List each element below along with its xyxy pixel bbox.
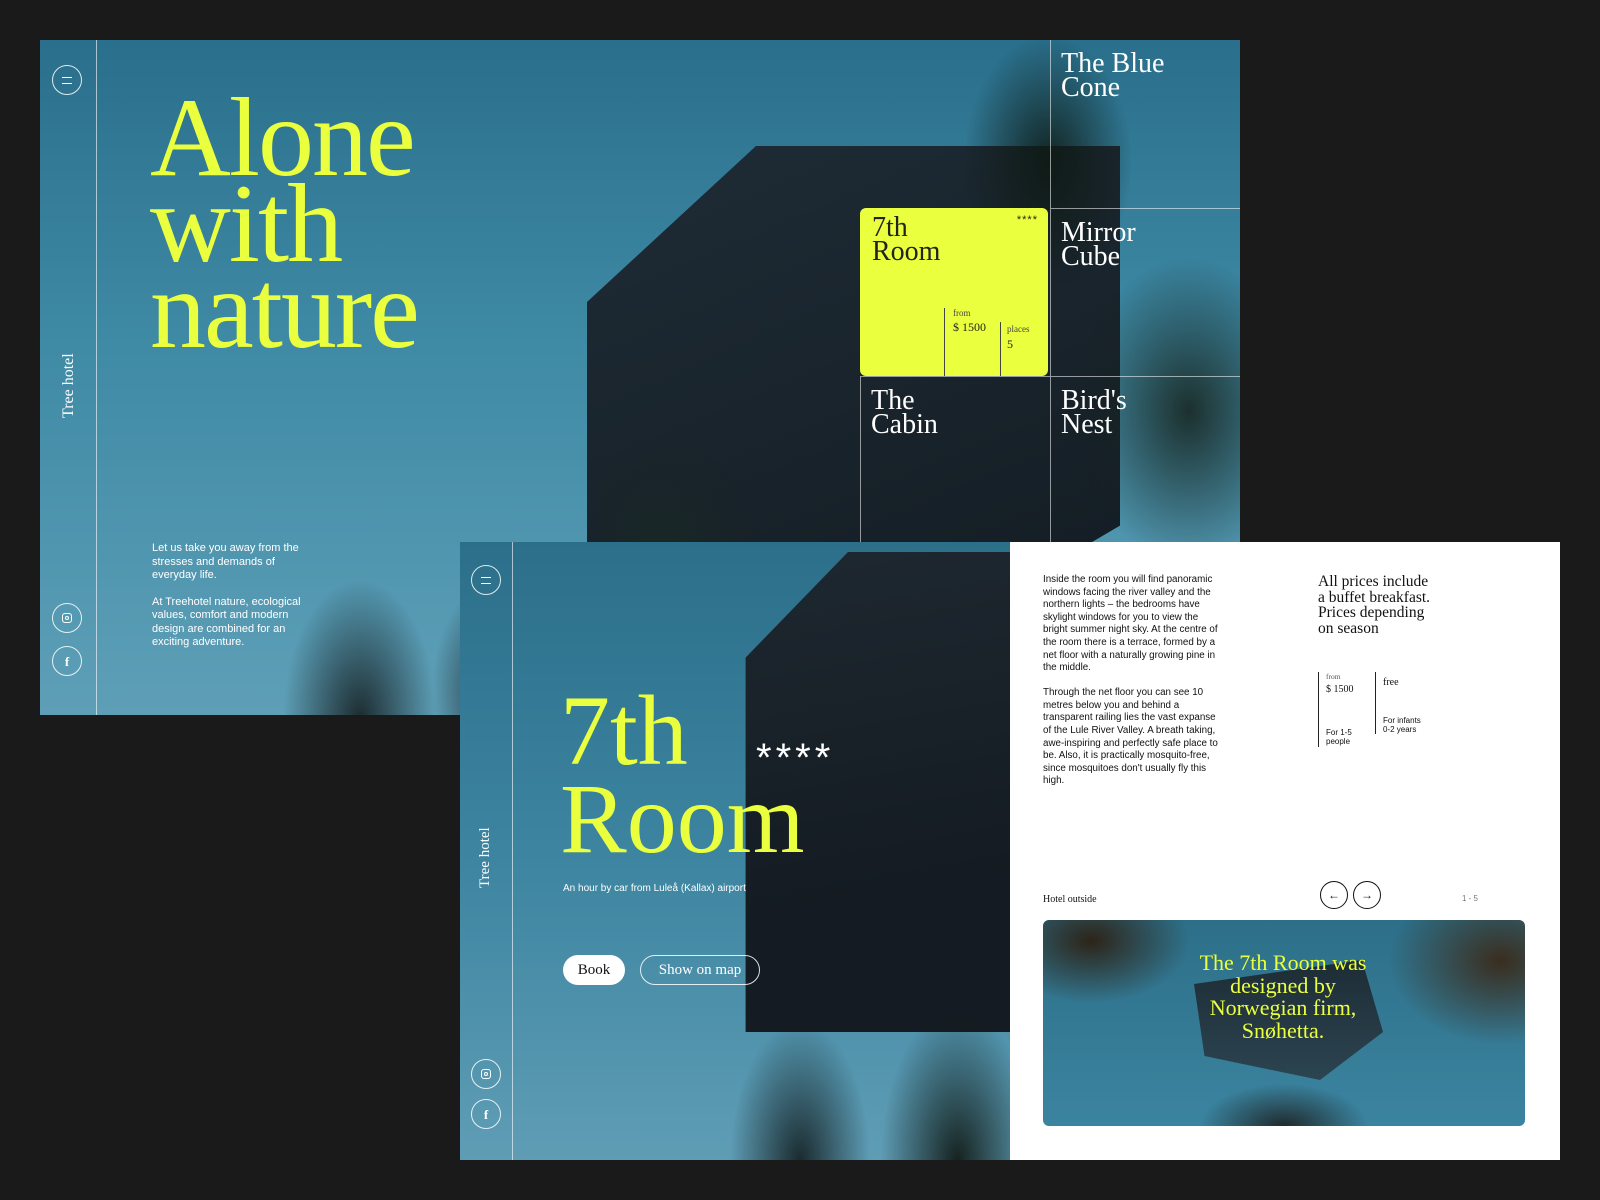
card-divider — [944, 308, 945, 376]
instagram-button[interactable] — [52, 603, 82, 633]
prev-button[interactable]: ← — [1320, 881, 1348, 909]
room-name: Mirror Cube — [1061, 217, 1136, 272]
brand-label: Tree hotel — [60, 353, 77, 418]
price-label: from — [1326, 672, 1341, 681]
instagram-icon — [481, 1069, 491, 1079]
show-on-map-button[interactable]: Show on map — [640, 955, 760, 985]
places-label: places — [1007, 324, 1030, 334]
price-value: $ 1500 — [1326, 684, 1354, 695]
room-name: The Blue Cone — [1061, 48, 1165, 103]
facebook-icon: f — [64, 653, 70, 669]
room-name: Bird's Nest — [1061, 385, 1127, 440]
menu-icon — [62, 76, 72, 84]
gallery-image[interactable]: The 7th Room was designed by Norwegian f… — [1043, 920, 1525, 1126]
arrow-left-icon: ← — [1328, 888, 1340, 902]
intro-paragraph: At Treehotel nature, ecological values, … — [152, 595, 301, 649]
intro-text: Let us take you away from the stresses a… — [152, 542, 322, 663]
arrow-right-icon: → — [1361, 888, 1373, 902]
next-button[interactable]: → — [1353, 881, 1381, 909]
room-subtitle: An hour by car from Luleå (Kallax) airpo… — [563, 883, 746, 894]
price-divider — [1375, 672, 1376, 734]
price-note: For 1-5 people — [1326, 728, 1352, 746]
room-blue-cone[interactable]: The Blue Cone — [1050, 40, 1240, 208]
gallery-label: Hotel outside — [1043, 894, 1097, 905]
description-paragraph: Through the net floor you can see 10 met… — [1043, 687, 1218, 787]
room-description: Inside the room you will find panoramic … — [1043, 574, 1223, 801]
card-divider — [1000, 322, 1001, 376]
room-mirror-cube[interactable]: Mirror Cube — [1050, 208, 1240, 376]
brand-label: Tree hotel — [477, 827, 493, 888]
price-label: from — [953, 308, 971, 318]
instagram-button[interactable] — [471, 1059, 501, 1089]
places-value: 5 — [1007, 337, 1013, 351]
room-detail-screen: Tree hotel f 7th Room **** An hour by ca… — [460, 542, 1560, 1160]
prices-note: All prices include a buffet breakfast. P… — [1318, 573, 1431, 637]
room-name: 7th Room — [872, 212, 941, 267]
gallery-caption: The 7th Room was designed by Norwegian f… — [1199, 950, 1367, 1043]
free-label: free — [1383, 677, 1399, 688]
room-name: The Cabin — [871, 385, 938, 440]
price-value: $ 1500 — [953, 320, 986, 334]
menu-icon — [481, 576, 491, 584]
room-photo: Tree hotel f 7th Room **** An hour by ca… — [460, 542, 1010, 1160]
description-paragraph: Inside the room you will find panoramic … — [1043, 574, 1218, 674]
room-card-7th-room[interactable]: 7th Room **** from $ 1500 places 5 — [860, 208, 1048, 376]
facebook-button[interactable]: f — [471, 1099, 501, 1129]
book-button[interactable]: Book — [563, 955, 625, 985]
instagram-icon — [62, 613, 72, 623]
facebook-icon: f — [483, 1106, 489, 1122]
intro-paragraph: Let us take you away from the stresses a… — [152, 542, 299, 581]
menu-button[interactable] — [52, 65, 82, 95]
price-divider — [1318, 672, 1319, 747]
hero-title: Alone with nature — [150, 76, 420, 372]
free-note: For infants 0-2 years — [1383, 716, 1421, 734]
star-rating: **** — [1016, 214, 1038, 226]
menu-button[interactable] — [471, 565, 501, 595]
gallery-counter: 1 - 5 — [1462, 894, 1479, 903]
facebook-button[interactable]: f — [52, 646, 82, 676]
star-rating: **** — [756, 736, 835, 780]
